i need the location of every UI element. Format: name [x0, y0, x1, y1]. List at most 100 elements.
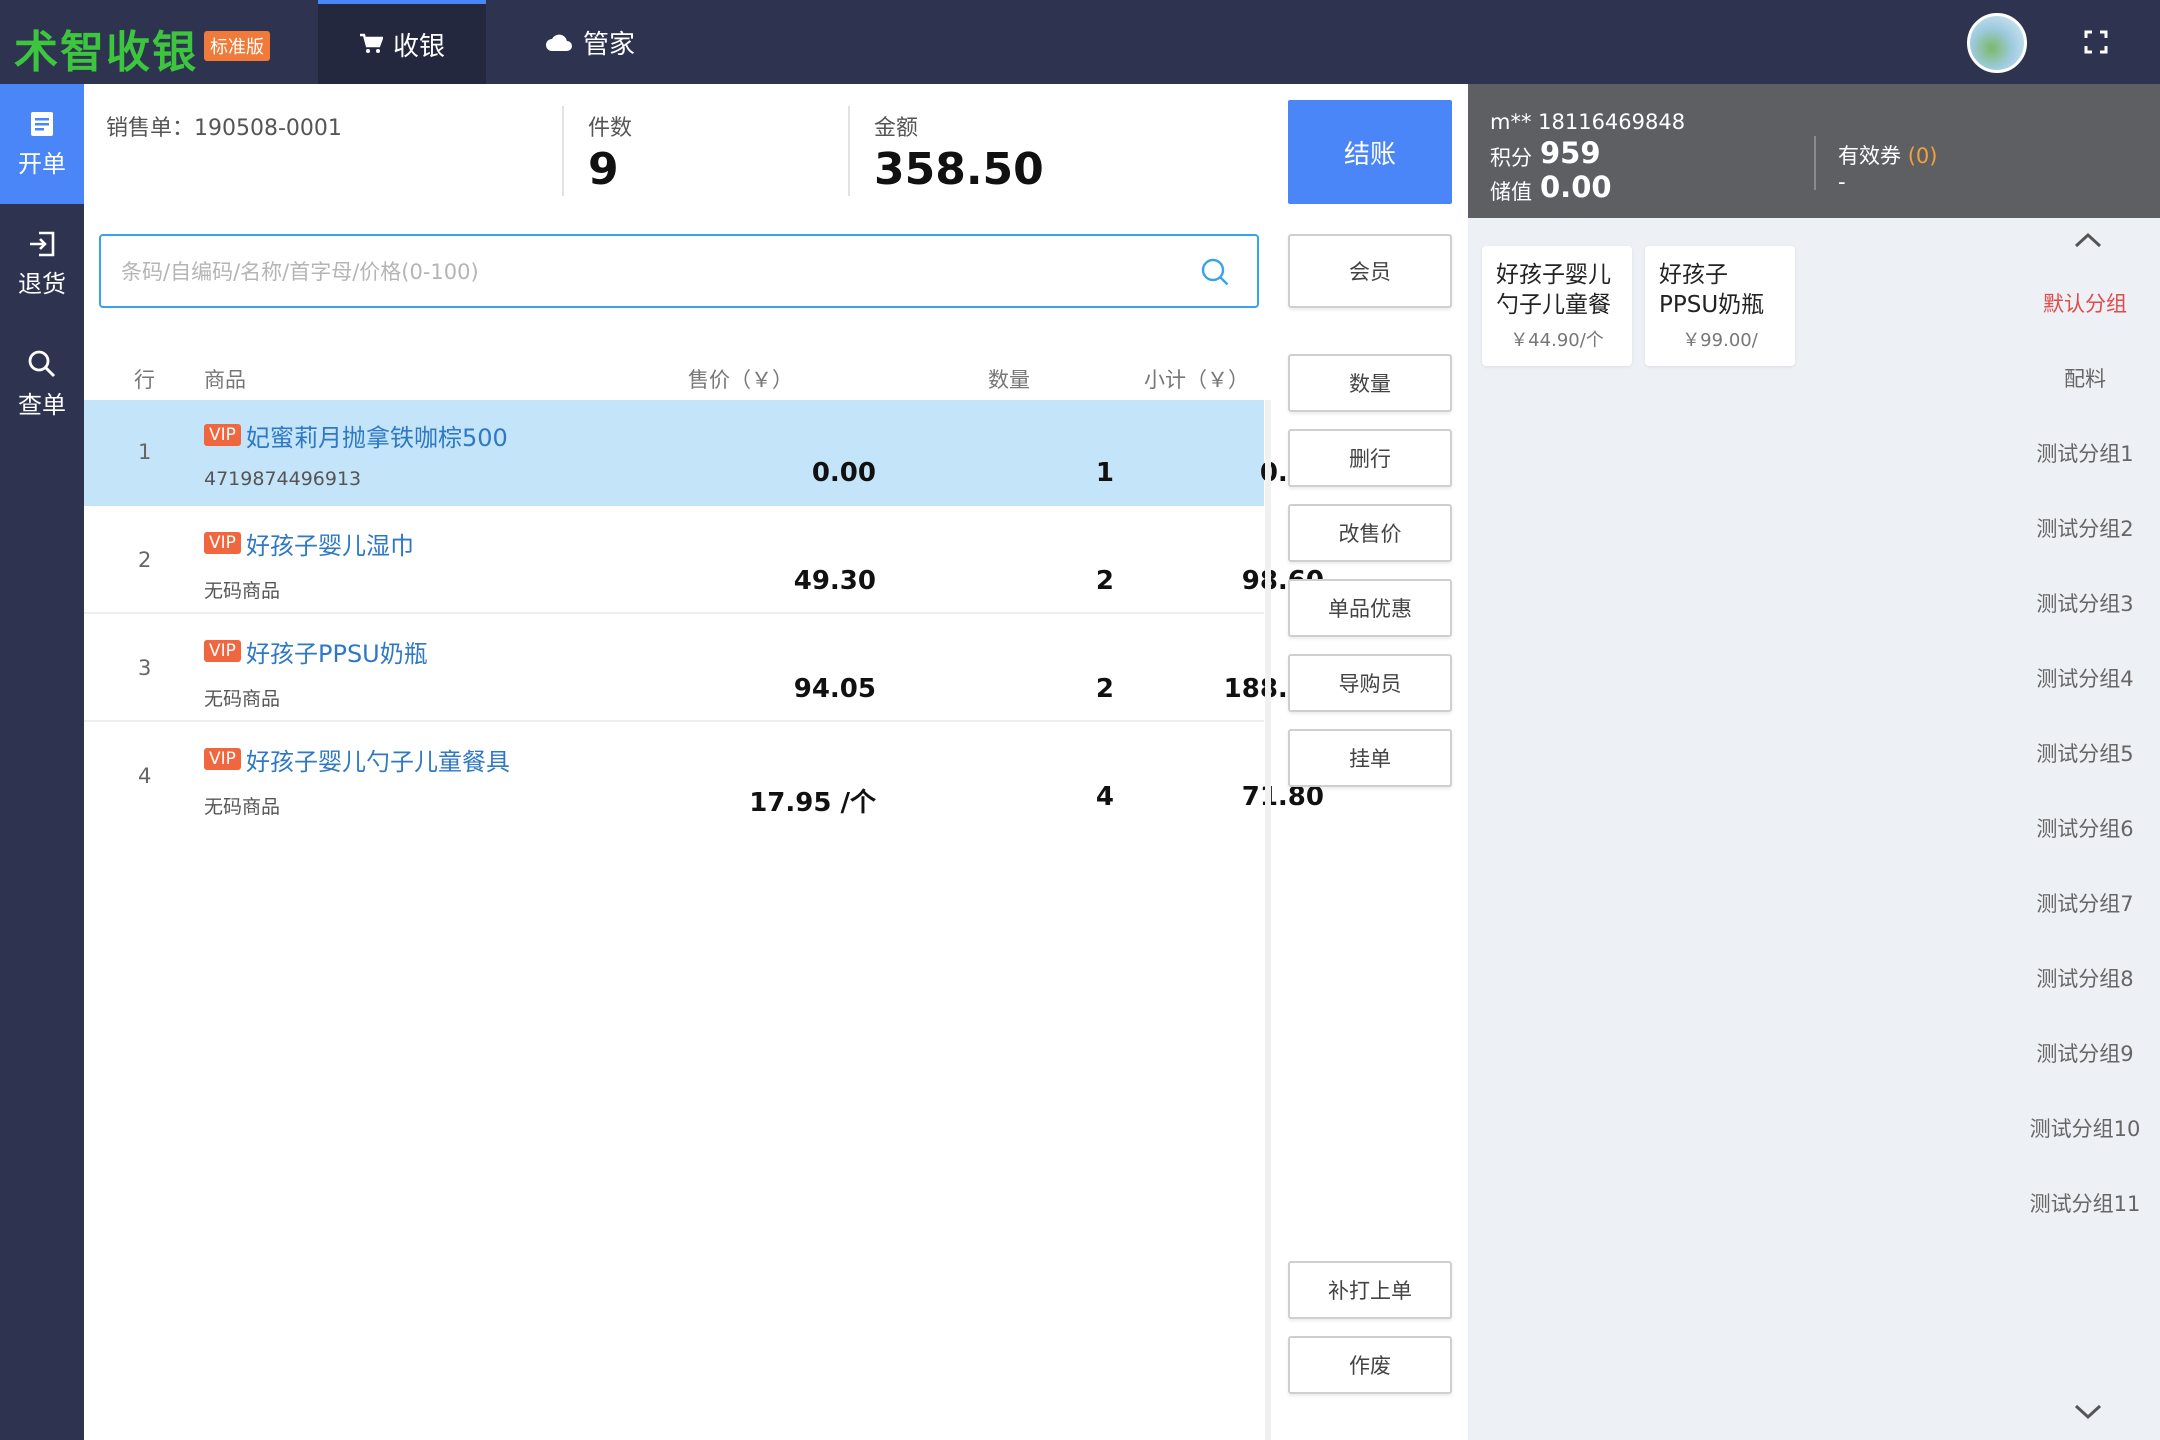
- hold-order-button[interactable]: 挂单: [1288, 729, 1452, 787]
- item-count: 9: [588, 144, 619, 195]
- reprint-button[interactable]: 补打上单: [1288, 1261, 1452, 1319]
- guide-button[interactable]: 导购员: [1288, 654, 1452, 712]
- member-phone: m** 18116469848: [1490, 110, 1686, 134]
- tab-cashier[interactable]: 收银: [318, 0, 486, 84]
- product-code: 4719874496913: [204, 468, 362, 490]
- vip-badge: VIP: [204, 748, 241, 770]
- table-row[interactable]: 3 VIP 好孩子PPSU奶瓶 无码商品 94.05 2 188.10: [84, 616, 1324, 722]
- coupon-count: (0): [1907, 144, 1938, 168]
- checkout-button[interactable]: 结账: [1288, 100, 1452, 204]
- amount-label: 金额: [874, 116, 919, 141]
- item-discount-button[interactable]: 单品优惠: [1288, 579, 1452, 637]
- void-button[interactable]: 作废: [1288, 1336, 1452, 1394]
- user-avatar[interactable]: [1967, 13, 2027, 73]
- change-price-button[interactable]: 改售价: [1288, 504, 1452, 562]
- search-icon: [28, 350, 56, 377]
- vip-badge: VIP: [204, 640, 241, 662]
- category-item[interactable]: 测试分组11: [2010, 1188, 2160, 1218]
- vip-badge: VIP: [204, 424, 241, 446]
- category-item[interactable]: 测试分组8: [2010, 963, 2160, 993]
- cart-icon: [359, 33, 383, 53]
- balance-label: 储值: [1490, 180, 1532, 204]
- category-item[interactable]: 测试分组1: [2010, 438, 2160, 468]
- category-item[interactable]: 配料: [2010, 363, 2160, 393]
- points-value: 959: [1540, 136, 1601, 170]
- fullscreen-icon[interactable]: [2080, 26, 2112, 58]
- quick-item-price: ￥44.90/个: [1510, 330, 1604, 351]
- product-price: 94.05: [793, 674, 876, 704]
- row-index: 3: [138, 656, 152, 680]
- product-price: 49.30: [793, 566, 876, 596]
- quick-item-card[interactable]: 好孩子PPSU奶瓶 ￥99.00/: [1645, 246, 1795, 366]
- return-icon: [30, 231, 55, 256]
- table-row[interactable]: 2 VIP 好孩子婴儿湿巾 无码商品 49.30 2 98.60: [84, 508, 1324, 614]
- nav-query-label: 查单: [18, 390, 66, 419]
- balance-value: 0.00: [1540, 170, 1612, 204]
- vip-badge: VIP: [204, 532, 241, 554]
- item-count-label: 件数: [588, 116, 633, 141]
- coupon-value: -: [1838, 170, 1846, 194]
- points-label: 积分: [1490, 146, 1532, 170]
- product-name[interactable]: 好孩子PPSU奶瓶: [246, 634, 428, 669]
- category-item[interactable]: 测试分组10: [2010, 1113, 2160, 1143]
- table-row[interactable]: 4 VIP 好孩子婴儿勺子儿童餐具 无码商品 17.95 /个 4 71.80: [84, 724, 1324, 830]
- chevron-down-icon[interactable]: [2072, 1402, 2104, 1422]
- header-price: 售价（￥）: [688, 368, 793, 392]
- product-qty: 4: [1095, 782, 1114, 812]
- delete-row-button[interactable]: 删行: [1288, 429, 1452, 487]
- divider: [1814, 136, 1816, 190]
- chevron-up-icon[interactable]: [2072, 230, 2104, 250]
- table-row[interactable]: 1 VIP 妃蜜莉月抛拿铁咖棕500 4719874496913 0.00 1 …: [84, 400, 1324, 506]
- app-logo: 术智收银: [14, 27, 198, 78]
- category-item[interactable]: 默认分组: [2010, 288, 2160, 318]
- header-subtotal: 小计（￥）: [1144, 368, 1249, 392]
- category-item[interactable]: 测试分组4: [2010, 663, 2160, 693]
- product-price: 0.00: [811, 458, 876, 488]
- category-item[interactable]: 测试分组3: [2010, 588, 2160, 618]
- search-input[interactable]: [121, 254, 1181, 290]
- cloud-icon: [545, 34, 572, 51]
- category-item[interactable]: 测试分组6: [2010, 813, 2160, 843]
- document-icon: [31, 111, 53, 136]
- quick-item-name: 好孩子婴儿勺子儿童餐: [1496, 262, 1611, 318]
- category-item[interactable]: 测试分组7: [2010, 888, 2160, 918]
- coupon-label-text: 有效券: [1838, 144, 1901, 168]
- quick-item-name: 好孩子PPSU奶瓶: [1659, 262, 1765, 318]
- category-item[interactable]: 测试分组2: [2010, 513, 2160, 543]
- category-item[interactable]: 测试分组9: [2010, 1038, 2160, 1068]
- product-name[interactable]: 妃蜜莉月抛拿铁咖棕500: [246, 418, 508, 453]
- product-name[interactable]: 好孩子婴儿勺子儿童餐具: [246, 742, 510, 777]
- table-header: 行 商品 售价（￥） 数量 小计（￥）: [84, 356, 1264, 400]
- member-button[interactable]: 会员: [1288, 234, 1452, 308]
- product-qty: 2: [1095, 566, 1114, 596]
- coupon-label[interactable]: 有效券 (0): [1838, 140, 1937, 170]
- search-box: [99, 234, 1259, 308]
- quick-item-price: ￥99.00/: [1682, 330, 1758, 351]
- product-name[interactable]: 好孩子婴儿湿巾: [246, 526, 414, 561]
- left-nav: 开单 退货 查单: [0, 84, 84, 1440]
- top-bar: 术智收银 标准版 收银 管家: [0, 0, 2160, 84]
- header-product: 商品: [204, 368, 246, 392]
- nav-query[interactable]: 查单: [0, 324, 84, 444]
- product-code: 无码商品: [204, 580, 281, 602]
- row-index: 2: [138, 548, 152, 572]
- table-scrollbar[interactable]: [1265, 400, 1271, 1440]
- search-icon[interactable]: [1199, 256, 1231, 288]
- row-index: 1: [138, 440, 152, 464]
- tab-manager[interactable]: 管家: [500, 0, 680, 84]
- nav-return[interactable]: 退货: [0, 204, 84, 324]
- product-code: 无码商品: [204, 796, 281, 818]
- quick-item-card[interactable]: 好孩子婴儿勺子儿童餐 ￥44.90/个: [1482, 246, 1632, 366]
- nav-new-order[interactable]: 开单: [0, 84, 84, 204]
- divider: [848, 106, 850, 196]
- category-item[interactable]: 测试分组5: [2010, 738, 2160, 768]
- product-qty: 2: [1095, 674, 1114, 704]
- nav-new-order-label: 开单: [18, 149, 66, 178]
- product-qty: 1: [1095, 458, 1114, 488]
- product-price: 17.95 /个: [749, 788, 876, 818]
- row-index: 4: [138, 764, 152, 788]
- nav-return-label: 退货: [18, 269, 66, 298]
- quantity-button[interactable]: 数量: [1288, 354, 1452, 412]
- product-code: 无码商品: [204, 688, 281, 710]
- header-row: 行: [134, 368, 155, 392]
